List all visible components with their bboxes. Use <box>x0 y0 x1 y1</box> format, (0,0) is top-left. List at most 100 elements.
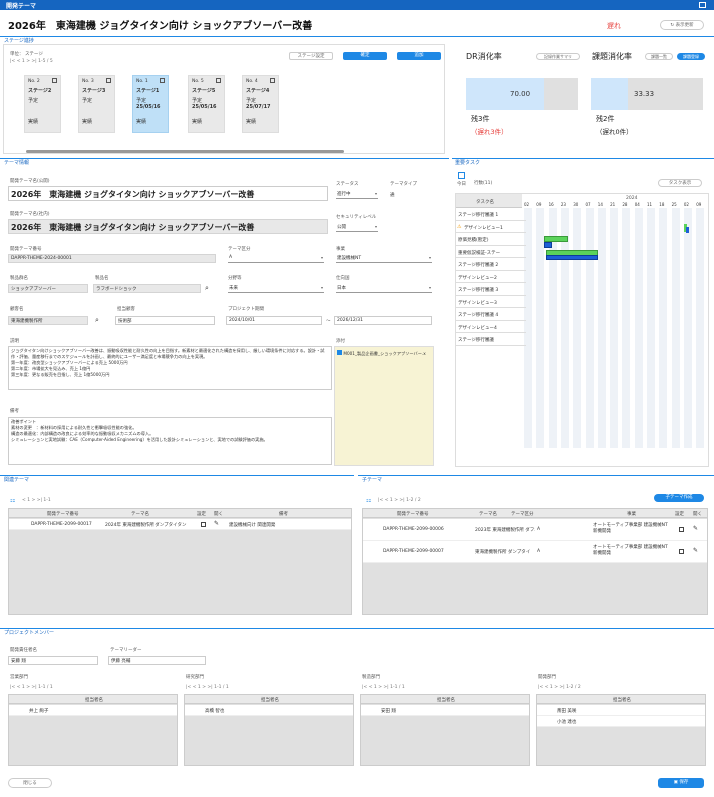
child-tree-icon[interactable]: ⚏ <box>366 497 371 504</box>
gantt-task-row[interactable]: ステージ移行審議 2 <box>456 258 526 271</box>
list-item[interactable]: 小池 達也 <box>537 716 705 727</box>
gantt-week-column <box>683 208 692 448</box>
table-row[interactable]: DAPPR-THEME-2099-00007 東海建機製作所 ダンプタイ A オ… <box>363 541 707 563</box>
dev-manager-field[interactable]: 安藤 翔 <box>8 656 98 665</box>
related-grid-header: 開発テーマ番号 テーマ名 設定 開く 備考 <box>9 509 351 518</box>
related-divider <box>0 475 354 476</box>
edit-icon[interactable]: ✎ <box>214 520 219 527</box>
stage-card-number: No. 4 <box>246 79 258 84</box>
gantt-panel: タスク名 2024 02 09 16 23 30 07 14 21 28 04 11 18 25 02 09… <box>455 193 709 467</box>
related-pager[interactable]: < 1 > >| 1-1 <box>22 498 51 503</box>
table-row[interactable]: DAPPR-THEME-2099-00017 2024年 東海建機製作所 ダンプ… <box>9 519 351 530</box>
settings-icon[interactable] <box>679 549 684 554</box>
edit-icon[interactable] <box>52 78 57 83</box>
task-divider <box>452 158 714 159</box>
stage-scrollbar[interactable] <box>26 150 344 153</box>
product-field[interactable]: ラフボードショック <box>93 284 201 293</box>
remarks-field[interactable]: 改善ポイント 素材の変更 ：新材料の採用による耐久性と衝撃吸収性能の強化。 構造… <box>8 417 332 465</box>
stage-pager[interactable]: |< < 1 > >| 1-5 / 5 <box>10 59 53 64</box>
number-field[interactable]: DAPPR-THEME-2024-00001 <box>8 254 216 263</box>
child-pager[interactable]: |< < 1 > >| 1-2 / 2 <box>378 498 421 503</box>
gantt-task-row[interactable]: 原価見積(暫定) <box>456 233 526 246</box>
child-divider <box>358 475 714 476</box>
name-public-field[interactable]: 2026年 東海建機 ジョグタイタン向け ショックアブソーバー改善 <box>8 186 328 201</box>
gantt-bar-hypothesis-actual[interactable] <box>546 255 598 260</box>
leader-field[interactable]: 伊藤 亮輔 <box>108 656 206 665</box>
gantt-task-row[interactable]: ステージ移行審議 <box>456 333 526 346</box>
name-internal-field[interactable]: 2026年 東海建機 ジョグタイタン向け ショックアブソーバー改善 <box>8 219 328 234</box>
tree-icon[interactable]: ⚏ <box>10 497 15 504</box>
period-from-field[interactable]: 2024/10/01 <box>226 316 322 325</box>
gantt-task-list: ステージ移行審議 1 デザインレビュー1 ⚠ 原価見積(暫定) 重要仮説検証-ステー ステ… <box>456 208 526 466</box>
gantt-bar-cost-actual[interactable] <box>544 242 552 248</box>
stage-card-plan: 予定 <box>246 98 257 104</box>
business-select[interactable]: 建設機械NT <box>336 254 432 263</box>
member-grid-header: 担当者名 <box>361 695 529 704</box>
customer-search-icon[interactable]: ⌕ <box>95 316 99 325</box>
gantt-task-row[interactable]: デザインレビュー3 <box>456 296 526 308</box>
stage-card[interactable]: No. 3 ステージ3 予定 実績 <box>78 75 115 133</box>
division-select[interactable]: A <box>228 254 324 263</box>
edit-icon[interactable] <box>216 78 221 83</box>
close-button[interactable]: 閉じる <box>8 778 52 788</box>
attachment-file[interactable]: M001_製品企画書_ショックアブソーバー.x <box>335 347 433 360</box>
settings-icon[interactable] <box>201 522 206 527</box>
stage-settings-button[interactable]: ステージ設定 <box>289 52 333 60</box>
edit-icon[interactable] <box>106 78 111 83</box>
member-group-pager[interactable]: |< < 1 > >| 1-1 / 1 <box>10 685 53 690</box>
stage-card-number: No. 5 <box>192 79 204 84</box>
calendar-icon[interactable] <box>458 172 465 179</box>
edit-icon[interactable]: ✎ <box>693 525 698 532</box>
stage-card[interactable]: No. 1 ステージ1 予定 25/05/16 実績 <box>132 75 169 133</box>
list-item[interactable]: 井上 絢子 <box>9 705 177 716</box>
list-item[interactable]: 斎田 美咲 <box>537 705 705 716</box>
member-group-pager[interactable]: |< < 1 > >| 1-1 / 1 <box>362 685 405 690</box>
stage-card[interactable]: No. 5 ステージ5 予定 25/05/16 実績 <box>188 75 225 133</box>
list-item[interactable]: 高橋 智也 <box>185 705 353 716</box>
country-select[interactable]: 日本 <box>336 284 432 293</box>
attachment-area[interactable]: M001_製品企画書_ショックアブソーバー.x <box>334 346 434 466</box>
dr-summary-button[interactable]: 記録作業サマリ <box>536 53 580 60</box>
edit-icon[interactable] <box>270 78 275 83</box>
security-select[interactable]: 公開 <box>336 223 378 232</box>
settings-icon[interactable] <box>679 527 684 532</box>
product-search-icon[interactable]: ⌕ <box>205 284 209 293</box>
save-button[interactable]: ▣ 保存 <box>658 778 704 788</box>
member-group-pager[interactable]: |< < 1 > >| 1-2 / 2 <box>538 685 581 690</box>
gantt-bar-dr1-actual[interactable] <box>686 227 689 233</box>
status-select[interactable]: 進行中 <box>336 190 378 199</box>
gantt-task-label: ステージ移行審議 <box>458 338 494 343</box>
today-label[interactable]: 今日 <box>457 181 466 187</box>
edit-icon[interactable]: ✎ <box>693 547 698 554</box>
member-group-pager[interactable]: |< < 1 > >| 1-1 / 1 <box>186 685 229 690</box>
customer-field[interactable]: 東海建機製作所 <box>8 316 88 325</box>
gantt-task-row[interactable]: デザインレビュー4 <box>456 321 526 333</box>
stage-add-button[interactable]: 追加 <box>397 52 441 60</box>
category-select[interactable]: 未来 <box>228 284 324 293</box>
child-create-button[interactable]: 子テーマ作成 <box>654 494 704 502</box>
edit-icon[interactable] <box>160 78 165 83</box>
refresh-button[interactable]: ↻ 表示更新 <box>660 20 704 30</box>
issue-list-button[interactable]: 課題一覧 <box>645 53 673 60</box>
contact-field[interactable]: 技術部 <box>115 316 215 325</box>
period-to-field[interactable]: 2026/12/31 <box>334 316 432 325</box>
stage-confirm-button[interactable]: 確定 <box>343 52 387 60</box>
gantt-task-row[interactable]: デザインレビュー2 <box>456 271 526 283</box>
stage-section-label: ステージ進捗 <box>4 38 34 44</box>
issue-register-button[interactable]: 課題登録 <box>677 53 705 60</box>
gantt-task-row[interactable]: デザインレビュー1 ⚠ <box>456 221 526 233</box>
menu-icon[interactable] <box>699 2 706 8</box>
product-group-field[interactable]: ショックアブソーバー <box>8 284 88 293</box>
stage-card[interactable]: No. 4 ステージ4 予定 25/07/17 実績 <box>242 75 279 133</box>
gantt-task-row[interactable]: ステージ移行審議 4 <box>456 308 526 321</box>
stage-card[interactable]: No. 2 ステージ2 予定 実績 <box>24 75 61 133</box>
list-item[interactable]: 安田 翔 <box>361 705 529 716</box>
table-row[interactable]: DAPPR-THEME-2099-00006 2023年 東海建機製作所 ダフエ… <box>363 519 707 541</box>
description-field[interactable]: ジョグタイタン向けショックアブソーバー改善は、振動吸収性能と耐久性の向上を目指す… <box>8 346 332 390</box>
gantt-task-row[interactable]: ステージ移行審議 3 <box>456 283 526 296</box>
issue-title: 課題消化率 <box>592 52 632 61</box>
stage-card-plan: 予定 <box>82 98 93 104</box>
gantt-task-row[interactable]: ステージ移行審議 1 <box>456 208 526 221</box>
gantt-task-row[interactable]: 重要仮説検証-ステー <box>456 246 526 258</box>
task-display-button[interactable]: タスク表示 <box>658 179 702 187</box>
